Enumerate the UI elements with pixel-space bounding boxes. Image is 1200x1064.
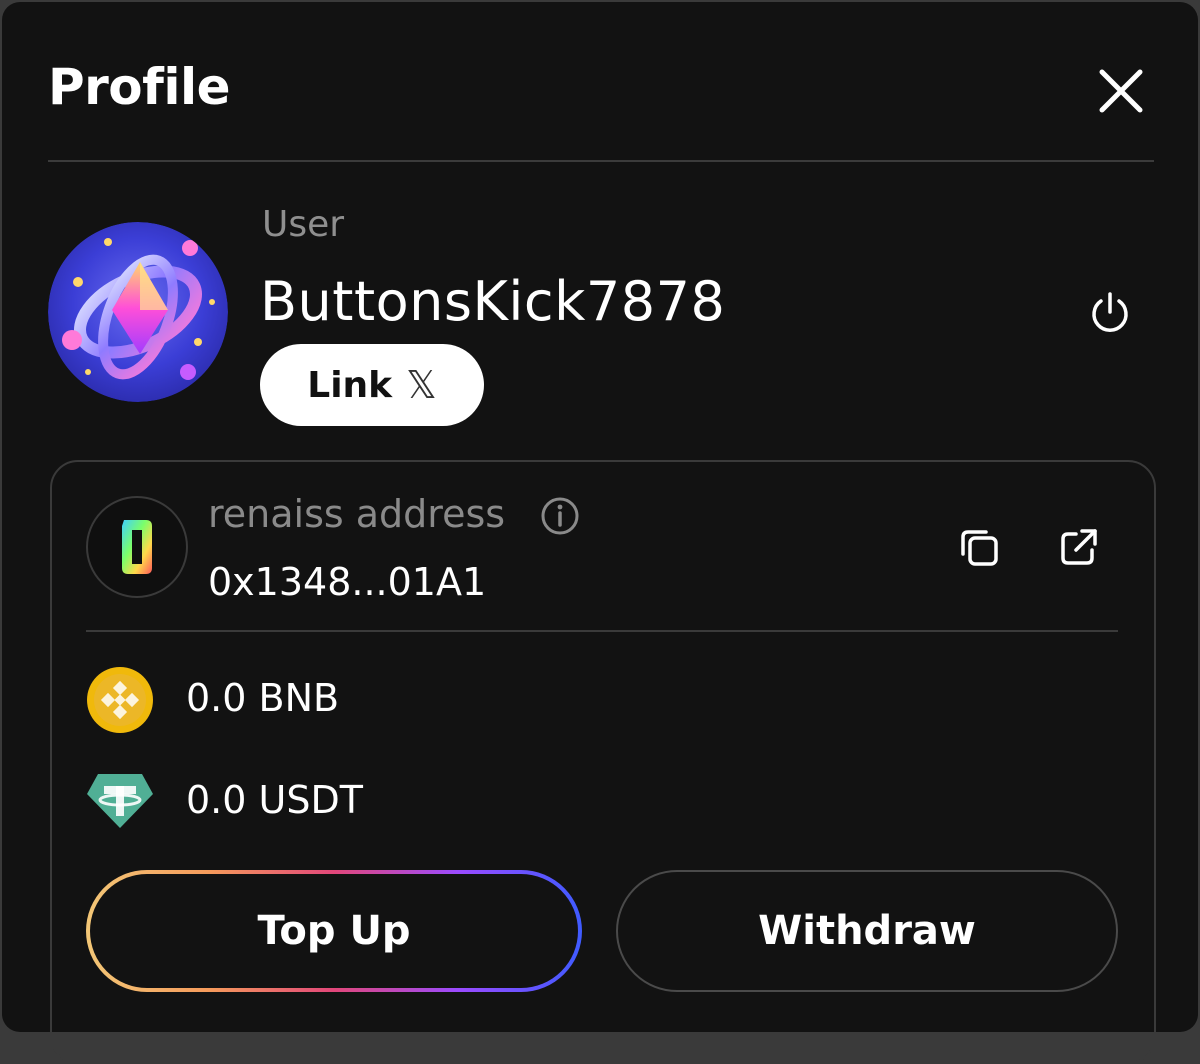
external-link-icon	[1061, 529, 1097, 565]
avatar	[48, 222, 228, 402]
renaiss-logo-icon	[86, 496, 188, 598]
copy-icon	[961, 530, 998, 566]
withdraw-button[interactable]: Withdraw	[616, 870, 1118, 992]
tether-icon	[86, 766, 154, 834]
copy-address-button[interactable]	[956, 524, 1002, 570]
close-icon	[1099, 69, 1143, 113]
address-label: renaiss address	[208, 492, 506, 536]
info-icon[interactable]	[540, 496, 580, 536]
bnb-balance: 0.0 BNB	[186, 676, 340, 720]
link-button-label: Link	[307, 364, 393, 406]
power-icon	[1092, 292, 1128, 332]
close-button[interactable]	[1094, 64, 1148, 118]
open-explorer-button[interactable]	[1056, 524, 1102, 570]
bnb-coin-icon	[86, 666, 154, 734]
link-x-button[interactable]: Link 𝕏	[260, 344, 484, 426]
wallet-address: 0x1348...01A1	[208, 560, 487, 604]
username: ButtonsKick7878	[260, 270, 726, 333]
usdt-balance: 0.0 USDT	[186, 778, 363, 822]
header-divider	[48, 160, 1154, 162]
card-divider	[86, 630, 1118, 632]
x-logo-icon: 𝕏	[406, 363, 437, 407]
profile-panel: Profile User ButtonsKick7878 Link 𝕏 rena…	[2, 2, 1198, 1064]
page-title: Profile	[48, 58, 231, 116]
top-up-button[interactable]: Top Up	[86, 870, 582, 992]
user-label: User	[262, 204, 345, 245]
logout-button[interactable]	[1086, 288, 1134, 336]
